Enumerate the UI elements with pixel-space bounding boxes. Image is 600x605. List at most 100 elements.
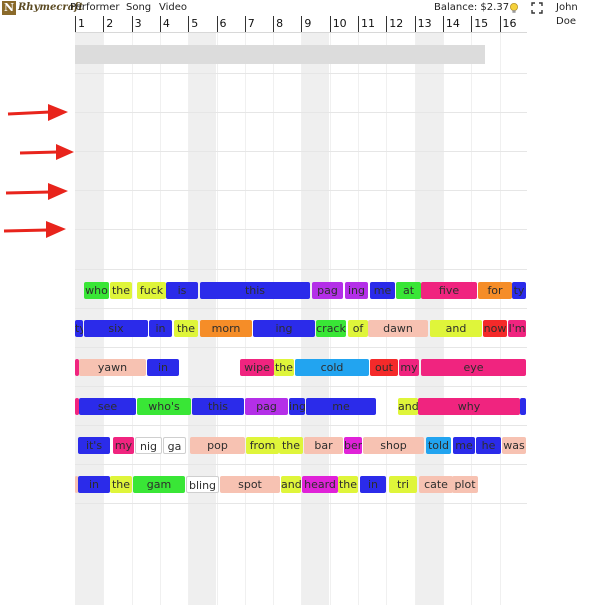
lyric-word-block[interactable]: tri xyxy=(389,476,417,493)
lyric-word-block[interactable]: at xyxy=(396,282,421,299)
grid-row-line xyxy=(75,112,527,113)
lyric-word-block[interactable]: and xyxy=(398,398,418,415)
lyric-word-block[interactable]: this xyxy=(192,398,244,415)
lyric-word-block[interactable]: in xyxy=(360,476,386,493)
lyric-word-block[interactable]: morn xyxy=(200,320,252,337)
lyric-word-block[interactable]: five xyxy=(421,282,477,299)
ruler-tick-label: 11 xyxy=(361,17,375,30)
menu-video[interactable]: Video xyxy=(159,1,187,15)
lyric-word-block[interactable]: in xyxy=(149,320,172,337)
lyric-word-block[interactable]: now xyxy=(483,320,507,337)
lyric-word-block[interactable]: out xyxy=(370,359,398,376)
lyric-word-block[interactable]: cate xyxy=(419,476,453,493)
grid-row-line xyxy=(75,229,527,230)
lyric-word-block[interactable]: in xyxy=(147,359,179,376)
ruler-tick[interactable]: 2 xyxy=(103,16,131,32)
lyric-word-block[interactable]: ga xyxy=(163,437,186,454)
grid-column-shade xyxy=(414,33,443,605)
menu-song[interactable]: Song xyxy=(126,1,151,15)
lyric-word-block[interactable]: the xyxy=(110,282,132,299)
fullscreen-icon[interactable] xyxy=(531,2,543,14)
lyric-word-block[interactable]: ty xyxy=(75,320,83,337)
lyric-word-block[interactable]: my xyxy=(399,359,419,376)
lyric-word-block[interactable]: of xyxy=(348,320,368,337)
lyric-word-block[interactable]: in xyxy=(78,476,110,493)
lyric-word-block[interactable]: fuck xyxy=(137,282,166,299)
lyric-word-block[interactable]: see xyxy=(79,398,136,415)
lyric-word-block[interactable]: pag xyxy=(312,282,343,299)
lyric-word-block[interactable]: gam xyxy=(133,476,185,493)
ruler-tick[interactable]: 4 xyxy=(159,16,188,32)
menu-performer[interactable]: Performer xyxy=(70,1,120,15)
lyric-word-block[interactable]: the xyxy=(274,359,294,376)
lyric-word-block[interactable]: why xyxy=(418,398,520,415)
lyric-word-block[interactable]: and xyxy=(281,476,301,493)
lyric-word-block[interactable]: told xyxy=(426,437,451,454)
grid-column-shade xyxy=(301,33,330,605)
ruler-tick[interactable]: 7 xyxy=(244,16,273,32)
lyric-word-block[interactable]: I'm xyxy=(508,320,526,337)
lyric-word-block[interactable]: who's xyxy=(137,398,191,415)
lyric-word-block[interactable]: was xyxy=(502,437,526,454)
timeline-bar[interactable] xyxy=(75,45,485,64)
lyric-word-block[interactable]: plot xyxy=(452,476,478,493)
lyric-word-block[interactable]: from xyxy=(246,437,279,454)
lyric-word-block[interactable]: ing xyxy=(289,398,305,415)
ruler-tick[interactable]: 12 xyxy=(386,16,414,32)
lyric-word-block[interactable]: this xyxy=(200,282,310,299)
lyric-word-block[interactable] xyxy=(520,398,526,415)
lyric-word-block[interactable]: the xyxy=(174,320,198,337)
ruler-tick[interactable]: 8 xyxy=(273,16,301,32)
app-logo[interactable]: N Rhymecraft xyxy=(2,1,83,15)
lyric-word-block[interactable]: ber xyxy=(344,437,362,454)
ruler-tick[interactable]: 11 xyxy=(358,16,386,32)
ruler-tick[interactable]: 13 xyxy=(414,16,443,32)
lyric-word-block[interactable]: ing xyxy=(253,320,315,337)
ruler-tick-label: 5 xyxy=(191,17,199,30)
lyric-word-block[interactable]: my xyxy=(113,437,134,454)
lyric-word-block[interactable]: spot xyxy=(220,476,280,493)
grid-row-line xyxy=(75,386,527,387)
lyric-word-block[interactable]: it's xyxy=(78,437,110,454)
lyric-word-block[interactable]: pop xyxy=(190,437,245,454)
lyric-word-block[interactable]: eye xyxy=(421,359,526,376)
arrow-right-icon xyxy=(5,183,68,200)
lyric-word-block[interactable]: heard xyxy=(302,476,338,493)
ruler-tick[interactable]: 3 xyxy=(131,16,160,32)
lyric-word-block[interactable]: for xyxy=(478,282,512,299)
lyric-word-block[interactable]: nig xyxy=(135,437,162,454)
lyric-word-block[interactable]: pag xyxy=(245,398,288,415)
lyric-word-block[interactable]: cold xyxy=(295,359,369,376)
ruler-tick[interactable]: 5 xyxy=(188,16,216,32)
lyric-word-block[interactable]: is xyxy=(166,282,198,299)
ruler-tick[interactable]: 10 xyxy=(329,16,358,32)
ruler-tick[interactable]: 15 xyxy=(471,16,499,32)
lyric-word-block[interactable]: crack xyxy=(316,320,346,337)
ruler-tick[interactable]: 6 xyxy=(216,16,245,32)
lyric-word-block[interactable]: bling xyxy=(186,476,219,493)
lyric-word-block[interactable]: me xyxy=(306,398,376,415)
lyric-word-block[interactable]: he xyxy=(476,437,501,454)
lyric-word-block[interactable]: bar xyxy=(304,437,343,454)
lyric-word-block[interactable]: six xyxy=(84,320,148,337)
lyric-word-block[interactable]: ty xyxy=(512,282,526,299)
user-name[interactable]: John Doe xyxy=(556,1,600,29)
lyric-word-block[interactable]: wipe xyxy=(240,359,274,376)
ruler-tick[interactable]: 1 xyxy=(75,16,103,32)
lyric-word-block[interactable]: the xyxy=(110,476,132,493)
lightbulb-icon[interactable] xyxy=(508,2,520,14)
lyric-word-block[interactable]: me xyxy=(453,437,475,454)
lyric-word-block[interactable]: shop xyxy=(363,437,424,454)
ruler-tick[interactable]: 14 xyxy=(442,16,471,32)
lyric-word-block[interactable]: the xyxy=(279,437,303,454)
lyric-word-block[interactable]: who xyxy=(84,282,109,299)
lyric-word-block[interactable]: dawn xyxy=(368,320,428,337)
ruler-tick[interactable]: 9 xyxy=(301,16,329,32)
lyric-word-block[interactable]: me xyxy=(370,282,395,299)
lyric-word-block[interactable]: yawn xyxy=(79,359,146,376)
lyric-word-block[interactable]: and xyxy=(430,320,482,337)
lyric-word-block[interactable]: ing xyxy=(345,282,368,299)
ruler-tick[interactable]: 16 xyxy=(499,16,528,32)
lyric-word-block[interactable]: the xyxy=(338,476,358,493)
top-bar: N Rhymecraft Performer Song Video Balanc… xyxy=(0,0,600,27)
